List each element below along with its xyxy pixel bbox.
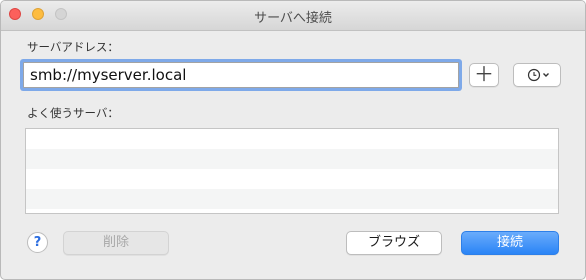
- add-favorite-button[interactable]: ＋: [469, 63, 499, 87]
- help-button[interactable]: ?: [27, 232, 48, 253]
- title-bar[interactable]: サーバへ接続: [1, 1, 585, 31]
- connect-button[interactable]: 接続: [461, 231, 559, 255]
- favorite-servers-label: よく使うサーバ：: [27, 106, 119, 120]
- clock-icon: [527, 68, 541, 82]
- server-address-label: サーバアドレス：: [27, 40, 119, 54]
- connect-to-server-window: サーバへ接続 サーバアドレス： ＋ よく使うサーバ： ? 削除 ブラウズ 接続: [0, 0, 586, 280]
- recent-servers-button[interactable]: [513, 63, 561, 87]
- list-row: [26, 189, 558, 209]
- list-row: [26, 169, 558, 189]
- browse-button[interactable]: ブラウズ: [346, 231, 442, 255]
- window-title: サーバへ接続: [254, 11, 332, 26]
- delete-button: 削除: [63, 231, 169, 255]
- chevron-down-icon: [543, 73, 549, 77]
- favorite-servers-list[interactable]: [25, 128, 559, 214]
- list-row: [26, 149, 558, 169]
- plus-icon: ＋: [474, 62, 494, 86]
- list-row: [26, 129, 558, 149]
- recent-servers-graphic: [527, 68, 549, 82]
- server-address-input[interactable]: [23, 62, 459, 88]
